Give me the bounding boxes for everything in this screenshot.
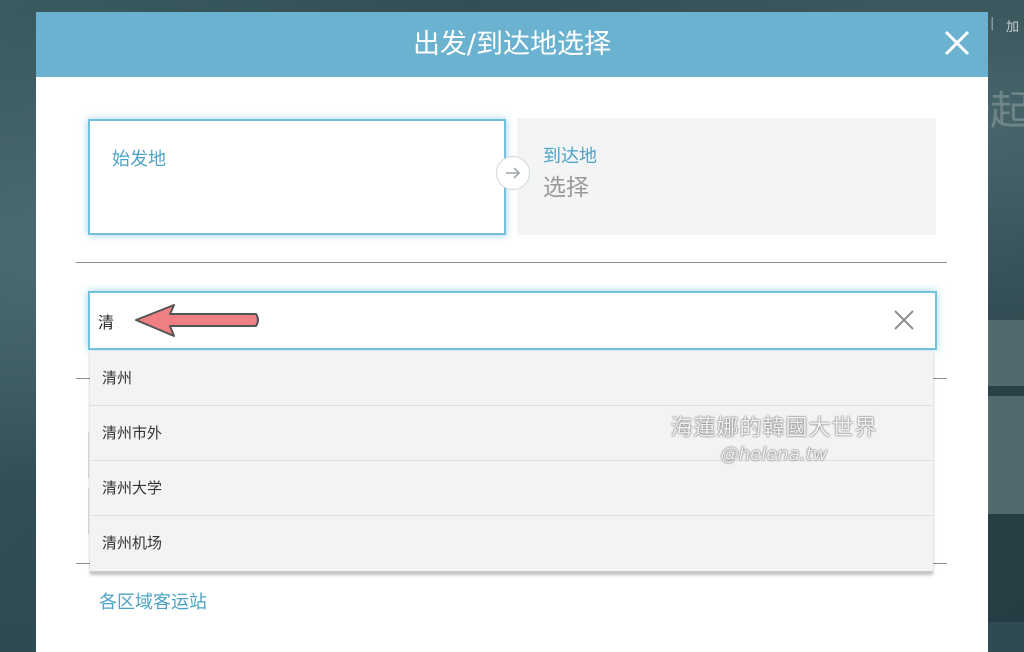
- destination-value: 选择: [543, 175, 589, 201]
- origin-card[interactable]: 始发地: [88, 119, 506, 235]
- close-button[interactable]: [940, 26, 974, 60]
- watermark: 海蓮娜的韓國大世界 @helena.tw: [668, 410, 880, 465]
- divider: [932, 378, 947, 379]
- background-panel: [988, 396, 1024, 514]
- close-icon: [944, 30, 970, 56]
- background-panel: [988, 320, 1024, 386]
- suggestion-item[interactable]: 清州机场: [90, 516, 933, 571]
- modal-title: 出发/到达地选择: [412, 29, 612, 60]
- close-icon: [894, 310, 914, 330]
- watermark-handle: @helena.tw: [720, 444, 828, 465]
- swap-arrow-icon: [496, 156, 530, 190]
- regions-terminal-link[interactable]: 各区域客运站: [99, 588, 207, 614]
- origin-label: 始发地: [112, 149, 166, 170]
- clear-search-button[interactable]: [893, 309, 915, 331]
- modal-header: 出发/到达地选择: [36, 12, 988, 77]
- suggestion-item[interactable]: 清州: [90, 351, 933, 406]
- background-separator: |: [990, 16, 995, 31]
- annotation-arrow-icon: [135, 304, 259, 337]
- destination-card[interactable]: 到达地 选择: [517, 118, 936, 235]
- background-link-text: 加: [1006, 20, 1020, 35]
- background-header-link: | 加: [988, 8, 1024, 48]
- destination-label: 到达地: [543, 146, 597, 167]
- suggestion-item[interactable]: 清州大学: [90, 461, 933, 516]
- divider: [76, 262, 947, 263]
- watermark-title: 海蓮娜的韓國大世界: [670, 416, 878, 441]
